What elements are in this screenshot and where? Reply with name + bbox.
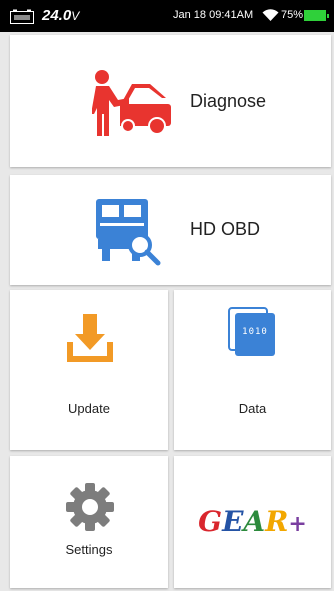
car-battery-icon: [10, 9, 34, 24]
settings-tile[interactable]: Settings: [10, 456, 168, 588]
battery-icon: [304, 10, 329, 21]
voltage-readout: 24.0V: [42, 7, 80, 24]
diagnose-tile[interactable]: Diagnose: [10, 35, 331, 167]
truck-search-icon: [96, 199, 161, 266]
diagnose-label: Diagnose: [190, 91, 267, 111]
data-tile[interactable]: 1010 Data: [174, 290, 331, 450]
download-icon: [67, 314, 113, 362]
car-mechanic-icon: [92, 70, 171, 136]
data-icon-text: 1010: [242, 327, 268, 337]
hd-obd-tile[interactable]: HD OBD: [10, 175, 331, 285]
gear-icon: [66, 483, 114, 531]
hd-obd-label: HD OBD: [190, 219, 261, 239]
gear-plus-logo: GEAR+: [198, 505, 307, 538]
date-time: Jan 18 09:41AM: [173, 9, 254, 21]
update-label: Update: [68, 401, 110, 416]
settings-label: Settings: [65, 542, 113, 557]
battery-percent: 75%: [281, 9, 304, 21]
gear-plus-tile[interactable]: GEAR+: [174, 456, 331, 588]
data-file-icon: 1010: [228, 307, 276, 357]
status-bar: 24.0V Jan 18 09:41AM 75%: [0, 0, 334, 32]
data-label: Data: [238, 401, 267, 416]
update-tile[interactable]: Update: [10, 290, 168, 450]
wifi-icon: [262, 9, 279, 21]
